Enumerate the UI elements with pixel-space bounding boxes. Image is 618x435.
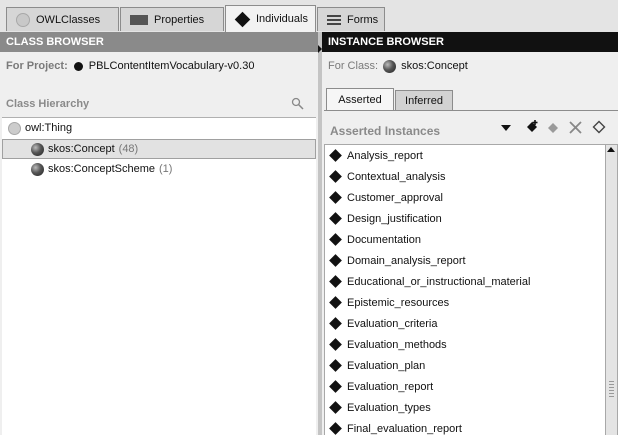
class-ball-icon <box>31 162 44 176</box>
tab-label: Individuals <box>256 13 308 25</box>
project-dot-icon <box>73 61 83 71</box>
instances-toolbar: Asserted Instances <box>324 111 618 143</box>
tree-item-label: skos:Concept <box>48 143 115 155</box>
asserted-instances-panel: Asserted Instances Analysis_report Contex… <box>324 110 618 435</box>
tree-item-count: (48) <box>118 143 139 155</box>
tree-item-skos-concept[interactable]: skos:Concept (48) <box>2 139 316 159</box>
individual-diamond-icon <box>329 254 342 267</box>
individual-diamond-icon <box>329 380 342 393</box>
list-item-label: Analysis_report <box>347 149 423 162</box>
list-item[interactable]: Domain_analysis_report <box>325 250 605 271</box>
main-tab-bar: OWLClasses Properties Individuals Forms <box>0 0 618 32</box>
list-item-label: Educational_or_instructional_material <box>347 275 531 288</box>
class-browser-panel: CLASS BROWSER For Project: PBLContentIte… <box>0 32 318 435</box>
class-tree: owl:Thing skos:Concept (48) skos:Concept… <box>2 117 316 435</box>
class-hierarchy-header: Class Hierarchy <box>0 92 318 116</box>
owl-class-circle-icon <box>16 12 30 27</box>
instances-scrollbar[interactable] <box>606 144 618 435</box>
individual-diamond-icon <box>329 359 342 372</box>
individual-diamond-icon <box>329 296 342 309</box>
project-name: PBLContentItemVocabulary-v0.30 <box>88 60 255 72</box>
individual-diamond-icon <box>329 401 342 414</box>
individual-diamond-icon <box>329 170 342 183</box>
delete-icon[interactable] <box>569 121 582 134</box>
individual-diamond-icon <box>234 11 251 27</box>
tab-inferred[interactable]: Inferred <box>395 90 453 110</box>
list-item-label: Design_justification <box>347 212 442 225</box>
class-ball-icon <box>383 59 397 73</box>
list-item[interactable]: Evaluation_plan <box>325 355 605 376</box>
list-item[interactable]: Evaluation_methods <box>325 334 605 355</box>
individual-diamond-icon <box>329 317 342 330</box>
tree-item-owl-thing[interactable]: owl:Thing <box>2 118 316 138</box>
list-item-label: Evaluation_report <box>347 380 434 393</box>
for-class-name: skos:Concept <box>401 60 468 72</box>
list-item[interactable]: Educational_or_instructional_material <box>325 271 605 292</box>
list-item[interactable]: Customer_approval <box>325 187 605 208</box>
list-item-label: Evaluation_methods <box>347 338 447 351</box>
instances-list: Analysis_report Contextual_analysis Custom… <box>324 144 606 435</box>
list-item[interactable]: Design_justification <box>325 208 605 229</box>
individual-diamond-icon <box>329 191 342 204</box>
list-item[interactable]: Analysis_report <box>325 145 605 166</box>
individual-diamond-icon <box>329 275 342 288</box>
list-item[interactable]: Evaluation_report <box>325 376 605 397</box>
scroll-up-arrow-icon[interactable] <box>607 147 615 152</box>
dropdown-triangle-icon[interactable] <box>501 125 511 132</box>
create-instance-icon[interactable] <box>524 119 540 135</box>
instance-browser-header: INSTANCE BROWSER <box>322 32 618 52</box>
tab-label: Forms <box>347 13 379 26</box>
project-label: For Project: <box>6 60 68 72</box>
forms-lines-icon <box>327 14 341 25</box>
list-item-label: Customer_approval <box>347 191 443 204</box>
tab-asserted[interactable]: Asserted <box>326 88 394 110</box>
individual-diamond-icon <box>329 233 342 246</box>
tab-owlclasses[interactable]: OWLClasses <box>6 7 119 31</box>
tab-properties[interactable]: Properties <box>120 7 224 31</box>
project-row: For Project: PBLContentItemVocabulary-v0… <box>0 52 318 80</box>
search-icon[interactable] <box>291 97 304 110</box>
list-item[interactable]: Contextual_analysis <box>325 166 605 187</box>
tab-label: Inferred <box>405 94 443 107</box>
list-item-label: Domain_analysis_report <box>347 254 466 267</box>
list-item[interactable]: Epistemic_resources <box>325 292 605 313</box>
copy-instance-icon[interactable] <box>547 122 559 134</box>
list-item-label: Documentation <box>347 233 421 246</box>
for-class-row: For Class: skos:Concept <box>322 52 618 80</box>
tree-item-label: skos:ConceptScheme <box>48 163 155 175</box>
list-item-label: Evaluation_criteria <box>347 317 438 330</box>
instances-title: Asserted Instances <box>330 124 441 138</box>
class-ball-icon <box>31 142 44 156</box>
class-hierarchy-label: Class Hierarchy <box>6 98 90 110</box>
tree-item-skos-conceptscheme[interactable]: skos:ConceptScheme (1) <box>2 159 316 179</box>
properties-rect-icon <box>130 14 148 25</box>
list-item[interactable]: Documentation <box>325 229 605 250</box>
tab-label: Asserted <box>338 93 382 106</box>
individual-diamond-icon <box>329 212 342 225</box>
tab-individuals[interactable]: Individuals <box>225 5 316 32</box>
individual-diamond-icon <box>329 338 342 351</box>
list-item[interactable]: Evaluation_criteria <box>325 313 605 334</box>
list-item-label: Final_evaluation_report <box>347 422 462 435</box>
list-item-label: Epistemic_resources <box>347 296 450 309</box>
edit-instance-icon[interactable] <box>592 120 606 134</box>
list-item-label: Evaluation_types <box>347 401 431 414</box>
individual-diamond-icon <box>329 422 342 435</box>
tab-label: Properties <box>154 13 205 26</box>
list-item-label: Contextual_analysis <box>347 170 446 183</box>
class-ball-icon <box>8 121 21 135</box>
list-item[interactable]: Evaluation_types <box>325 397 605 418</box>
tree-item-count: (1) <box>159 163 173 175</box>
tab-label: OWLClasses <box>36 13 101 26</box>
list-item-label: Evaluation_plan <box>347 359 426 372</box>
class-browser-header: CLASS BROWSER <box>0 32 318 52</box>
scroll-grip-icon[interactable] <box>609 381 614 399</box>
tree-item-label: owl:Thing <box>25 122 73 134</box>
for-class-label: For Class: <box>328 60 379 72</box>
tab-forms[interactable]: Forms <box>317 7 385 31</box>
individual-diamond-icon <box>329 149 342 162</box>
instance-browser-panel: INSTANCE BROWSER For Class: skos:Concept… <box>322 32 618 435</box>
list-item[interactable]: Final_evaluation_report <box>325 418 605 435</box>
